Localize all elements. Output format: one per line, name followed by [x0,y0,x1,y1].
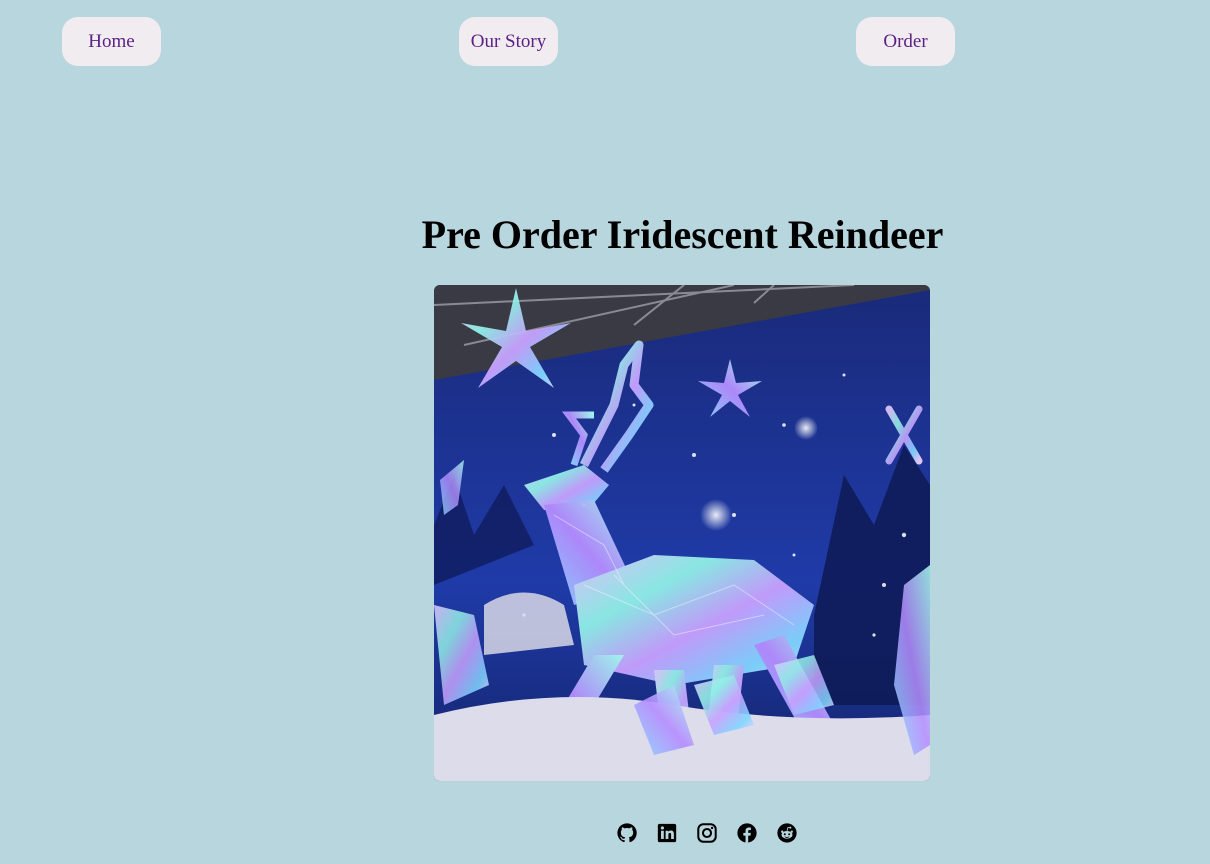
linkedin-icon[interactable] [656,822,678,844]
page: Home Our Story Order Pre Order Iridescen… [0,0,1210,864]
nav-home-button[interactable]: Home [62,17,161,66]
reddit-icon[interactable] [776,822,798,844]
facebook-icon[interactable] [736,822,758,844]
reindeer-image [434,285,930,781]
instagram-icon[interactable] [696,822,718,844]
nav-our-story-label: Our Story [470,30,547,52]
nav-order-button[interactable]: Order [856,17,955,66]
page-title: Pre Order Iridescent Reindeer [421,212,944,257]
nav-our-story-button[interactable]: Our Story [459,17,558,66]
social-links [616,822,798,844]
nav-order-label: Order [883,30,928,52]
github-icon[interactable] [616,822,638,844]
nav-home-label: Home [88,30,135,52]
